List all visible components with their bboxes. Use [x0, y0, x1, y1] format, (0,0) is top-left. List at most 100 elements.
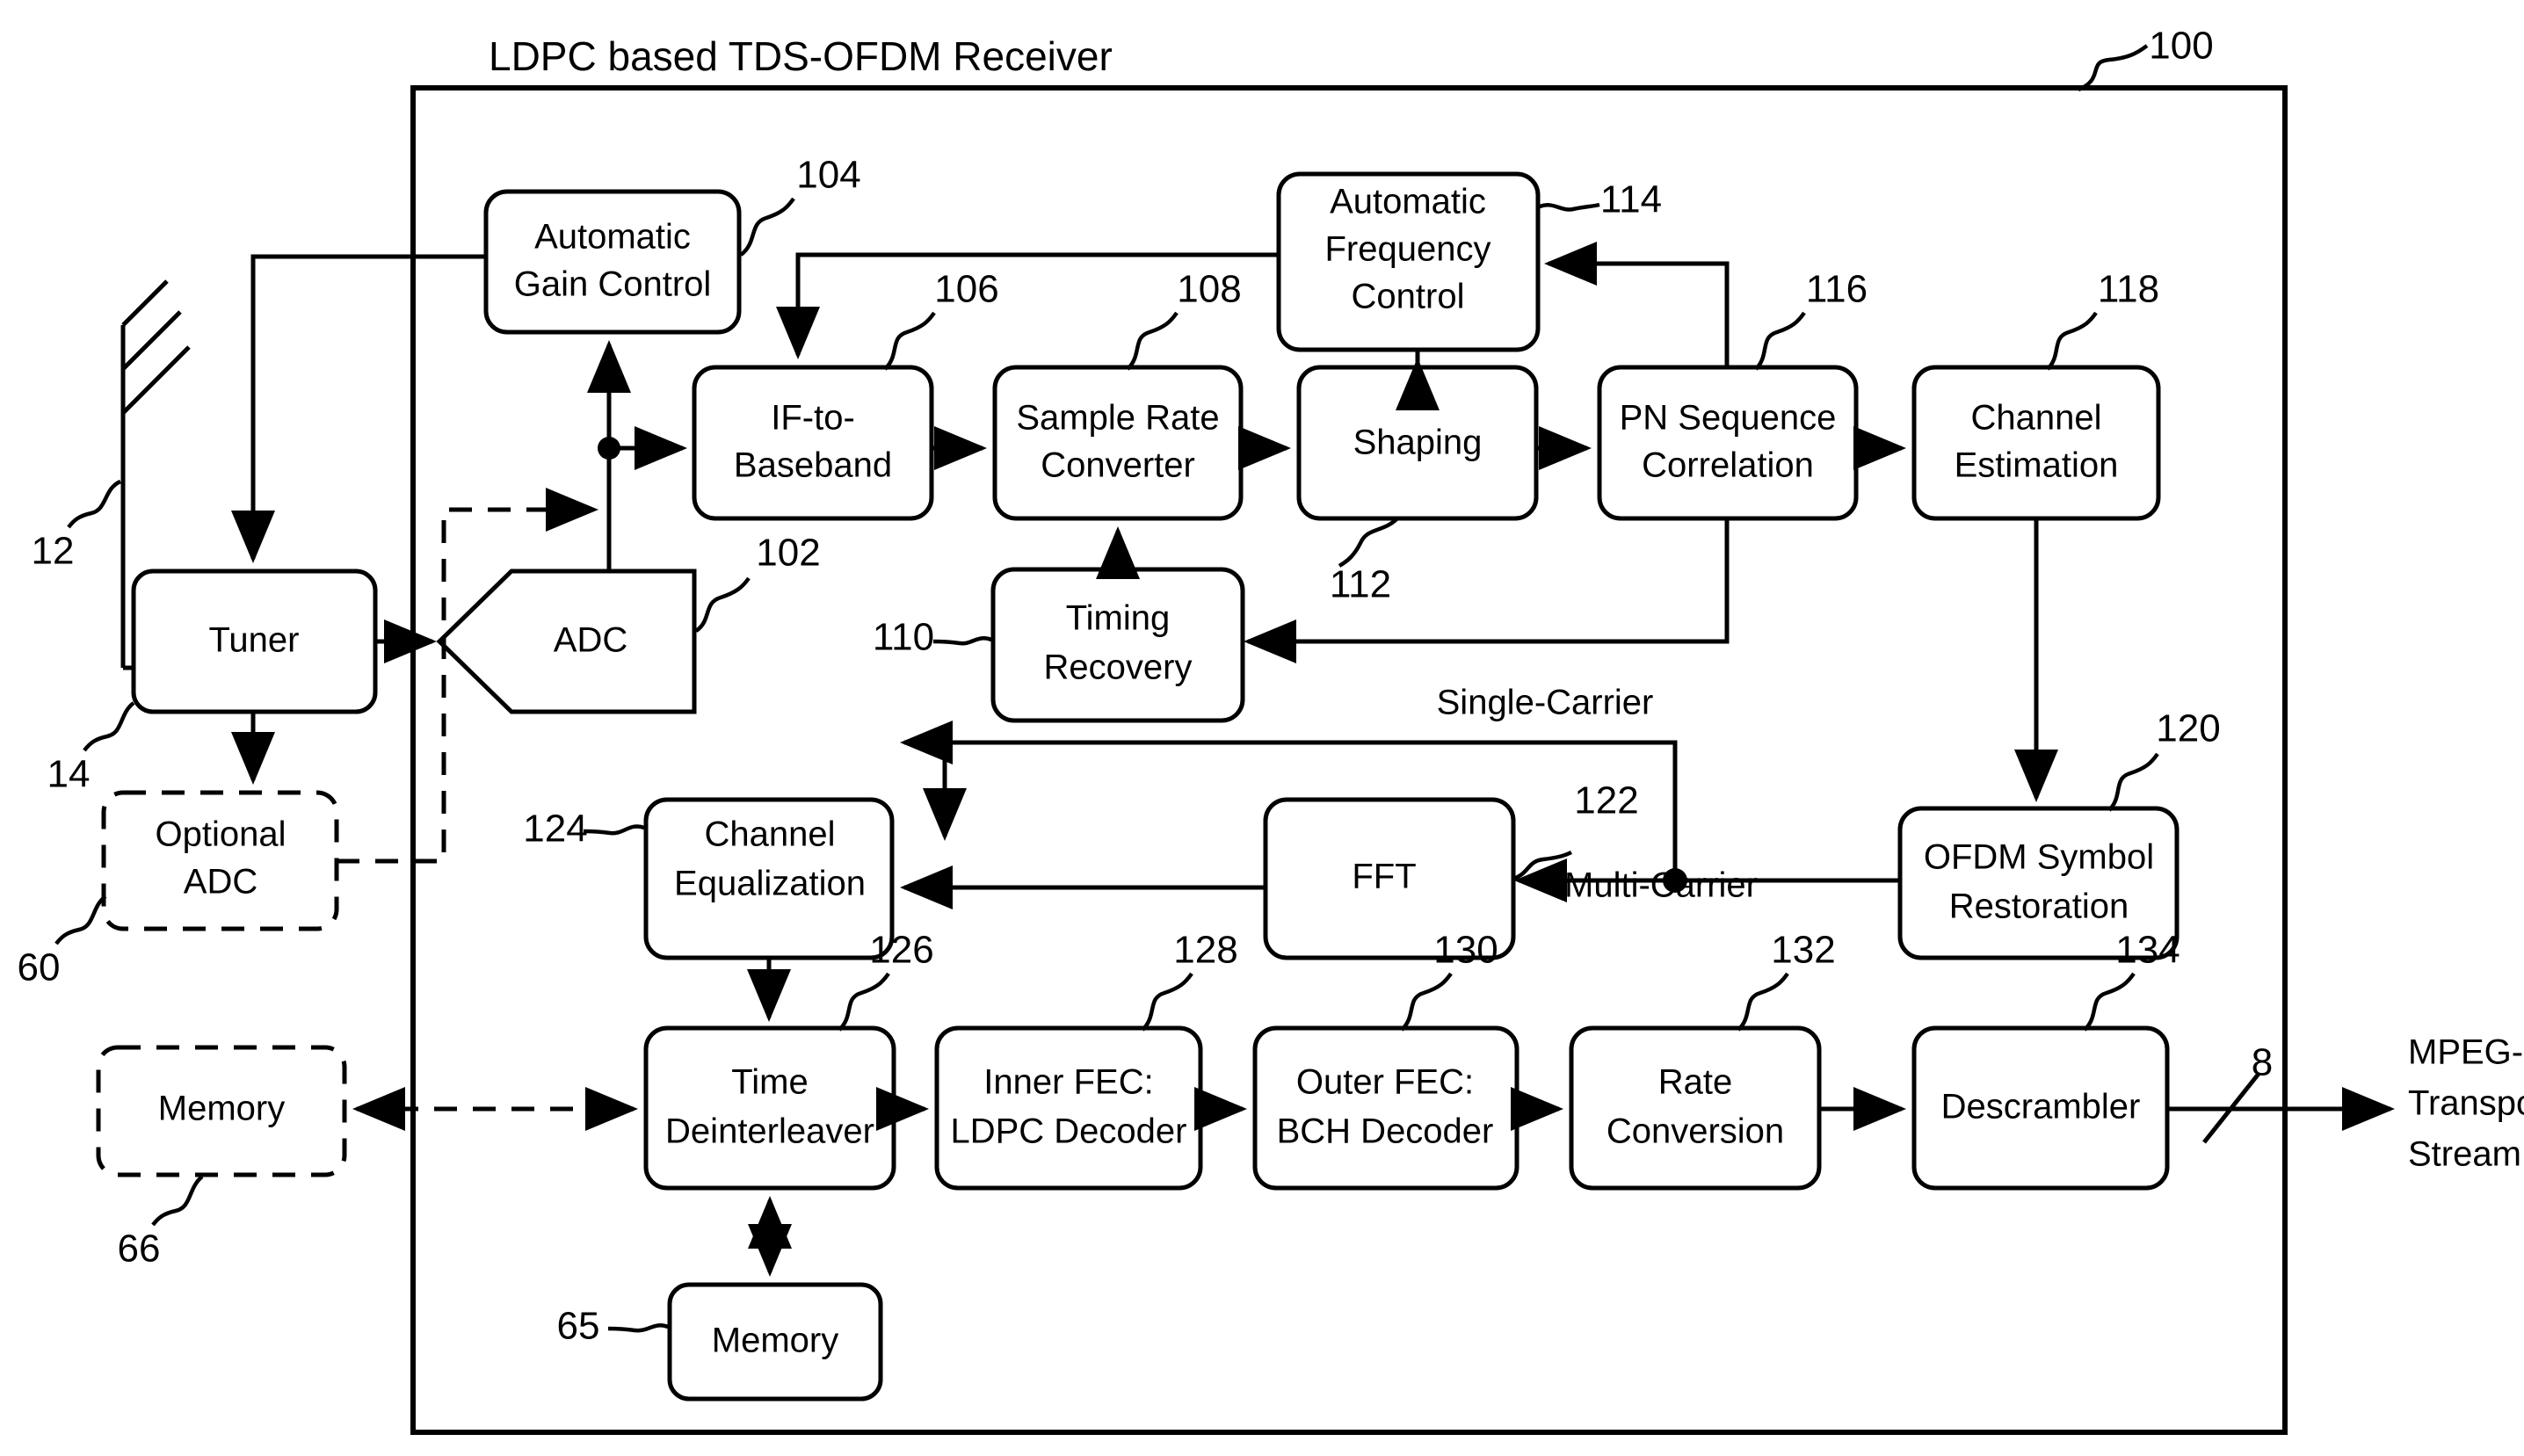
ref-126: 126 — [869, 929, 933, 972]
block-pn-label-1: PN Sequence — [1620, 399, 1837, 438]
ref-118: 118 — [2098, 268, 2159, 311]
block-rate-conversion[interactable] — [1569, 1025, 1822, 1191]
block-ratecv-label-1: Rate — [1658, 1063, 1733, 1102]
block-fft-label: FFT — [1352, 858, 1416, 896]
block-timing-recovery[interactable] — [990, 567, 1245, 723]
ref-108-leader — [1126, 311, 1179, 371]
block-outer-fec[interactable] — [1252, 1025, 1519, 1191]
ref-100-leader — [2078, 44, 2149, 92]
block-outerfec-label-1: Outer FEC: — [1296, 1063, 1474, 1102]
ref-100: 100 — [2149, 25, 2213, 68]
ref-114: 114 — [1600, 178, 1662, 221]
block-if-to-baseband[interactable] — [692, 365, 934, 521]
figure-canvas: LDPC based TDS-OFDM Receiver 100 12 Tune… — [0, 0, 2524, 1456]
block-cheq-label-2: Equalization — [674, 865, 866, 903]
block-afc-label-2: Frequency — [1325, 230, 1491, 269]
ref-102: 102 — [756, 532, 820, 575]
block-ofdmsr-label-1: OFDM Symbol — [1924, 838, 2154, 877]
ref-116-leader — [1754, 311, 1806, 371]
ref-128-leader — [1141, 972, 1193, 1032]
ref-118-leader — [2046, 311, 2098, 371]
wire-agc-to-tuner — [231, 254, 486, 563]
block-chest-label-1: Channel — [1970, 399, 2101, 438]
block-timing-label-2: Recovery — [1044, 648, 1193, 687]
block-ofdmsr-label-2: Restoration — [1949, 887, 2129, 926]
ref-112-leader — [1338, 517, 1399, 568]
block-tdeint-label-1: Time — [731, 1063, 808, 1102]
ref-108: 108 — [1177, 268, 1241, 311]
block-timing-label-1: Timing — [1066, 599, 1171, 638]
single-carrier-label: Single-Carrier — [1437, 684, 1654, 722]
block-adc-label: ADC — [554, 621, 627, 660]
block-cheq-label-1: Channel — [704, 815, 835, 854]
block-memory66-label: Memory — [158, 1090, 285, 1128]
block-chest-label-2: Estimation — [1955, 446, 2119, 485]
wire-pn-to-afc — [1544, 242, 1730, 367]
block-descr-label: Descrambler — [1941, 1088, 2141, 1126]
ref-134-leader — [2083, 972, 2136, 1032]
ref-104: 104 — [796, 154, 860, 197]
block-memory65-label: Memory — [712, 1322, 838, 1360]
ref-132-leader — [1737, 972, 1789, 1032]
block-agc[interactable] — [483, 189, 742, 335]
block-channel-estimation[interactable] — [1911, 365, 2161, 521]
block-shaping-label: Shaping — [1353, 424, 1483, 462]
ref-126-leader — [838, 972, 890, 1032]
ref-110: 110 — [873, 616, 934, 659]
ref-110-leader — [932, 636, 992, 646]
multi-carrier-label: Multi-Carrier — [1564, 866, 1758, 905]
block-agc-label-2: Gain Control — [514, 265, 712, 304]
block-if2bb-label-1: IF-to- — [771, 399, 855, 438]
block-optional-adc-label-1: Optional — [156, 815, 286, 854]
figure-title: LDPC based TDS-OFDM Receiver — [489, 33, 1113, 79]
ref-114-leader — [1539, 202, 1600, 212]
block-tuner-label: Tuner — [208, 621, 299, 660]
ref-12: 12 — [32, 530, 75, 573]
block-innerfec-label-2: LDPC Decoder — [950, 1112, 1186, 1151]
block-afc-label-3: Control — [1352, 278, 1465, 316]
ref-12-leader — [67, 479, 122, 529]
ref-65: 65 — [557, 1305, 600, 1348]
ref-130-leader — [1400, 972, 1453, 1032]
output-label-line-2: Transport — [2408, 1084, 2524, 1123]
ref-65-leader — [607, 1323, 669, 1333]
ref-60-leader — [54, 895, 107, 945]
block-time-deinterleaver[interactable] — [643, 1025, 896, 1191]
ref-120: 120 — [2156, 707, 2220, 750]
block-inner-fec[interactable] — [934, 1025, 1203, 1191]
ref-66: 66 — [118, 1228, 161, 1271]
block-pn-label-2: Correlation — [1642, 446, 1814, 485]
block-innerfec-label-1: Inner FEC: — [983, 1063, 1153, 1102]
ref-130: 130 — [1433, 929, 1498, 972]
block-src-label-2: Converter — [1041, 446, 1195, 485]
block-src-label-1: Sample Rate — [1016, 399, 1219, 438]
ref-128: 128 — [1173, 929, 1237, 972]
ref-120-leader — [2107, 752, 2159, 812]
ref-14: 14 — [47, 753, 91, 796]
output-label-line-3: Stream — [2408, 1135, 2521, 1174]
output-label-line-1: MPEG-2 — [2408, 1033, 2524, 1072]
wire-pn-to-timing — [1244, 518, 1730, 663]
ref-124-leader — [583, 824, 645, 836]
block-optional-adc-label-2: ADC — [184, 863, 257, 902]
ref-116: 116 — [1806, 268, 1868, 311]
block-pn-sequence-correlation[interactable] — [1597, 365, 1859, 521]
ref-134: 134 — [2115, 929, 2179, 972]
ref-122-leader — [1512, 850, 1573, 881]
block-if2bb-label-2: Baseband — [734, 446, 892, 485]
block-optional-adc[interactable] — [101, 790, 339, 931]
block-outerfec-label-2: BCH Decoder — [1277, 1112, 1494, 1151]
block-sample-rate-converter[interactable] — [992, 365, 1244, 521]
ref-106-leader — [883, 311, 936, 371]
block-afc-label-1: Automatic — [1330, 183, 1486, 221]
bus-width-label: 8 — [2252, 1041, 2273, 1084]
ref-102-leader — [694, 576, 751, 633]
ref-106: 106 — [934, 268, 998, 311]
ref-104-leader — [739, 197, 795, 257]
block-agc-label-1: Automatic — [534, 218, 691, 257]
ref-60: 60 — [18, 946, 61, 989]
ref-14-leader — [83, 701, 135, 752]
ref-124: 124 — [523, 808, 587, 851]
ref-132: 132 — [1771, 929, 1835, 972]
ref-112: 112 — [1330, 563, 1391, 606]
